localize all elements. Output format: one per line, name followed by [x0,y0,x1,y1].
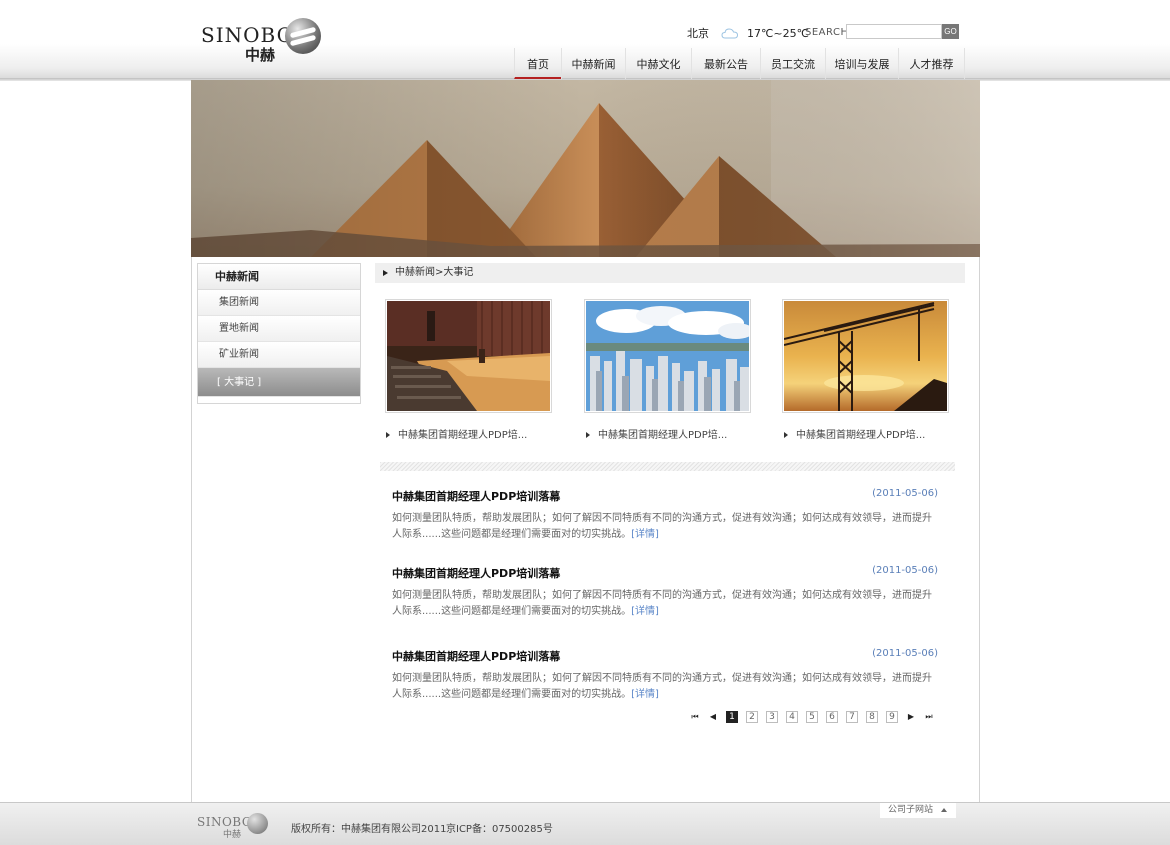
footer-icp: 京ICP备：07500285号 [446,824,553,835]
sidebar-item-mining-news[interactable]: 矿业新闻 [198,342,360,368]
section-divider [380,462,955,471]
nav-item-announcements[interactable]: 最新公告 [691,48,760,79]
article-date: (2011-05-06) [872,648,938,659]
bullet-arrow-icon [784,432,788,438]
article-summary: 如何测量团队特质，帮助发展团队；如何了解因不同特质有不同的沟通方式，促进有效沟通… [392,671,940,703]
page-number[interactable]: 6 [826,711,838,723]
nav-item-culture[interactable]: 中赫文化 [625,48,691,79]
photo-auditorium[interactable] [385,299,552,413]
search-go-button[interactable]: GO [942,24,959,39]
page-number[interactable]: 2 [746,711,758,723]
footer-logo-text-cn: 中赫 [223,830,242,840]
first-page-icon[interactable]: ⏮ [690,711,700,723]
logo-mark-icon [285,18,321,54]
site-logo[interactable]: SINOBO 中赫 [201,18,326,64]
sidebar-item-milestones[interactable]: [ 大事记 ] [198,368,360,397]
bullet-arrow-icon [586,432,590,438]
subsite-dropdown[interactable]: 公司子网站 [880,803,956,818]
page-number[interactable]: 5 [806,711,818,723]
sidebar-item-land-news[interactable]: 置地新闻 [198,316,360,342]
construction-crane-image [784,301,947,411]
sidebar-title: 中赫新闻 [198,264,360,290]
photo-caption-1[interactable]: 中赫集团首期经理人PDP培... [386,426,527,441]
nav-item-training[interactable]: 培训与发展 [825,48,898,79]
sidebar-item-group-news[interactable]: 集团新闻 [198,290,360,316]
photo-caption-2[interactable]: 中赫集团首期经理人PDP培... [586,426,727,441]
photo-caption-text: 中赫集团首期经理人PDP培... [398,430,528,441]
sidebar: 中赫新闻 集团新闻 置地新闻 矿业新闻 [ 大事记 ] [197,263,361,404]
article-title[interactable]: 中赫集团首期经理人PDP培训落幕 [392,648,940,664]
article-item: 中赫集团首期经理人PDP培训落幕 (2011-05-06) 如何测量团队特质，帮… [392,565,940,620]
article-item: 中赫集团首期经理人PDP培训落幕 (2011-05-06) 如何测量团队特质，帮… [392,488,940,543]
article-more-link[interactable]: [详情] [631,606,659,617]
article-summary-text: 如何测量团队特质，帮助发展团队；如何了解因不同特质有不同的沟通方式，促进有效沟通… [392,513,932,540]
page-number[interactable]: 1 [726,711,738,723]
cloud-icon [721,28,739,39]
footer: SINOBO 中赫 版权所有：中赫集团有限公司2011 京ICP备：075002… [0,802,1170,845]
article-more-link[interactable]: [详情] [631,529,659,540]
last-page-icon[interactable]: ⏭ [924,711,934,723]
article-title[interactable]: 中赫集团首期经理人PDP培训落幕 [392,565,940,581]
photo-caption-3[interactable]: 中赫集团首期经理人PDP培... [784,426,925,441]
bullet-arrow-icon [386,432,390,438]
article-title[interactable]: 中赫集团首期经理人PDP培训落幕 [392,488,940,504]
footer-logo-mark-icon [247,813,268,834]
search-input[interactable] [846,24,942,39]
article-summary-text: 如何测量团队特质，帮助发展团队；如何了解因不同特质有不同的沟通方式，促进有效沟通… [392,673,932,700]
next-page-icon[interactable]: ▶ [906,711,916,723]
weather-city: 北京 [687,27,709,40]
weather-temperature: 17℃~25℃ [747,26,809,40]
nav-item-news[interactable]: 中赫新闻 [561,48,625,79]
logo-text-cn: 中赫 [245,46,276,64]
nav-item-talent[interactable]: 人才推荐 [898,48,965,79]
auditorium-image [387,301,550,411]
page-number[interactable]: 7 [846,711,858,723]
photo-caption-text: 中赫集团首期经理人PDP培... [796,430,926,441]
subsite-label: 公司子网站 [888,805,934,815]
caret-up-icon [941,808,947,812]
photo-city-skyline[interactable] [584,299,751,413]
article-date: (2011-05-06) [872,565,938,576]
pyramids-image [191,80,980,257]
page-number[interactable]: 4 [786,711,798,723]
main-nav: 首页 中赫新闻 中赫文化 最新公告 员工交流 培训与发展 人才推荐 [514,48,965,79]
footer-copyright: 版权所有：中赫集团有限公司2011 [291,824,447,835]
article-more-link[interactable]: [详情] [631,689,659,700]
breadcrumb-text: 中赫新闻>大事记 [395,267,474,278]
pagination: ⏮ ◀ 1 2 3 4 5 6 7 8 9 ▶ ⏭ [690,710,942,724]
page-number[interactable]: 9 [886,711,898,723]
hero-banner [191,80,980,257]
page-number[interactable]: 3 [766,711,778,723]
nav-item-home[interactable]: 首页 [514,48,561,79]
breadcrumb: 中赫新闻>大事记 [375,263,965,283]
photo-construction-crane[interactable] [782,299,949,413]
city-skyline-image [586,301,749,411]
footer-logo[interactable]: SINOBO 中赫 [197,813,272,840]
article-summary: 如何测量团队特质，帮助发展团队；如何了解因不同特质有不同的沟通方式，促进有效沟通… [392,511,940,543]
article-item: 中赫集团首期经理人PDP培训落幕 (2011-05-06) 如何测量团队特质，帮… [392,648,940,703]
prev-page-icon[interactable]: ◀ [708,711,718,723]
breadcrumb-arrow-icon [383,270,388,276]
search-label: SEARCH [805,27,849,38]
article-date: (2011-05-06) [872,488,938,499]
photo-caption-text: 中赫集团首期经理人PDP培... [598,430,728,441]
nav-item-staff-exchange[interactable]: 员工交流 [760,48,825,79]
article-summary: 如何测量团队特质，帮助发展团队；如何了解因不同特质有不同的沟通方式，促进有效沟通… [392,588,940,620]
article-summary-text: 如何测量团队特质，帮助发展团队；如何了解因不同特质有不同的沟通方式，促进有效沟通… [392,590,932,617]
weather-widget: 北京 17℃~25℃ [687,25,809,41]
page-number[interactable]: 8 [866,711,878,723]
